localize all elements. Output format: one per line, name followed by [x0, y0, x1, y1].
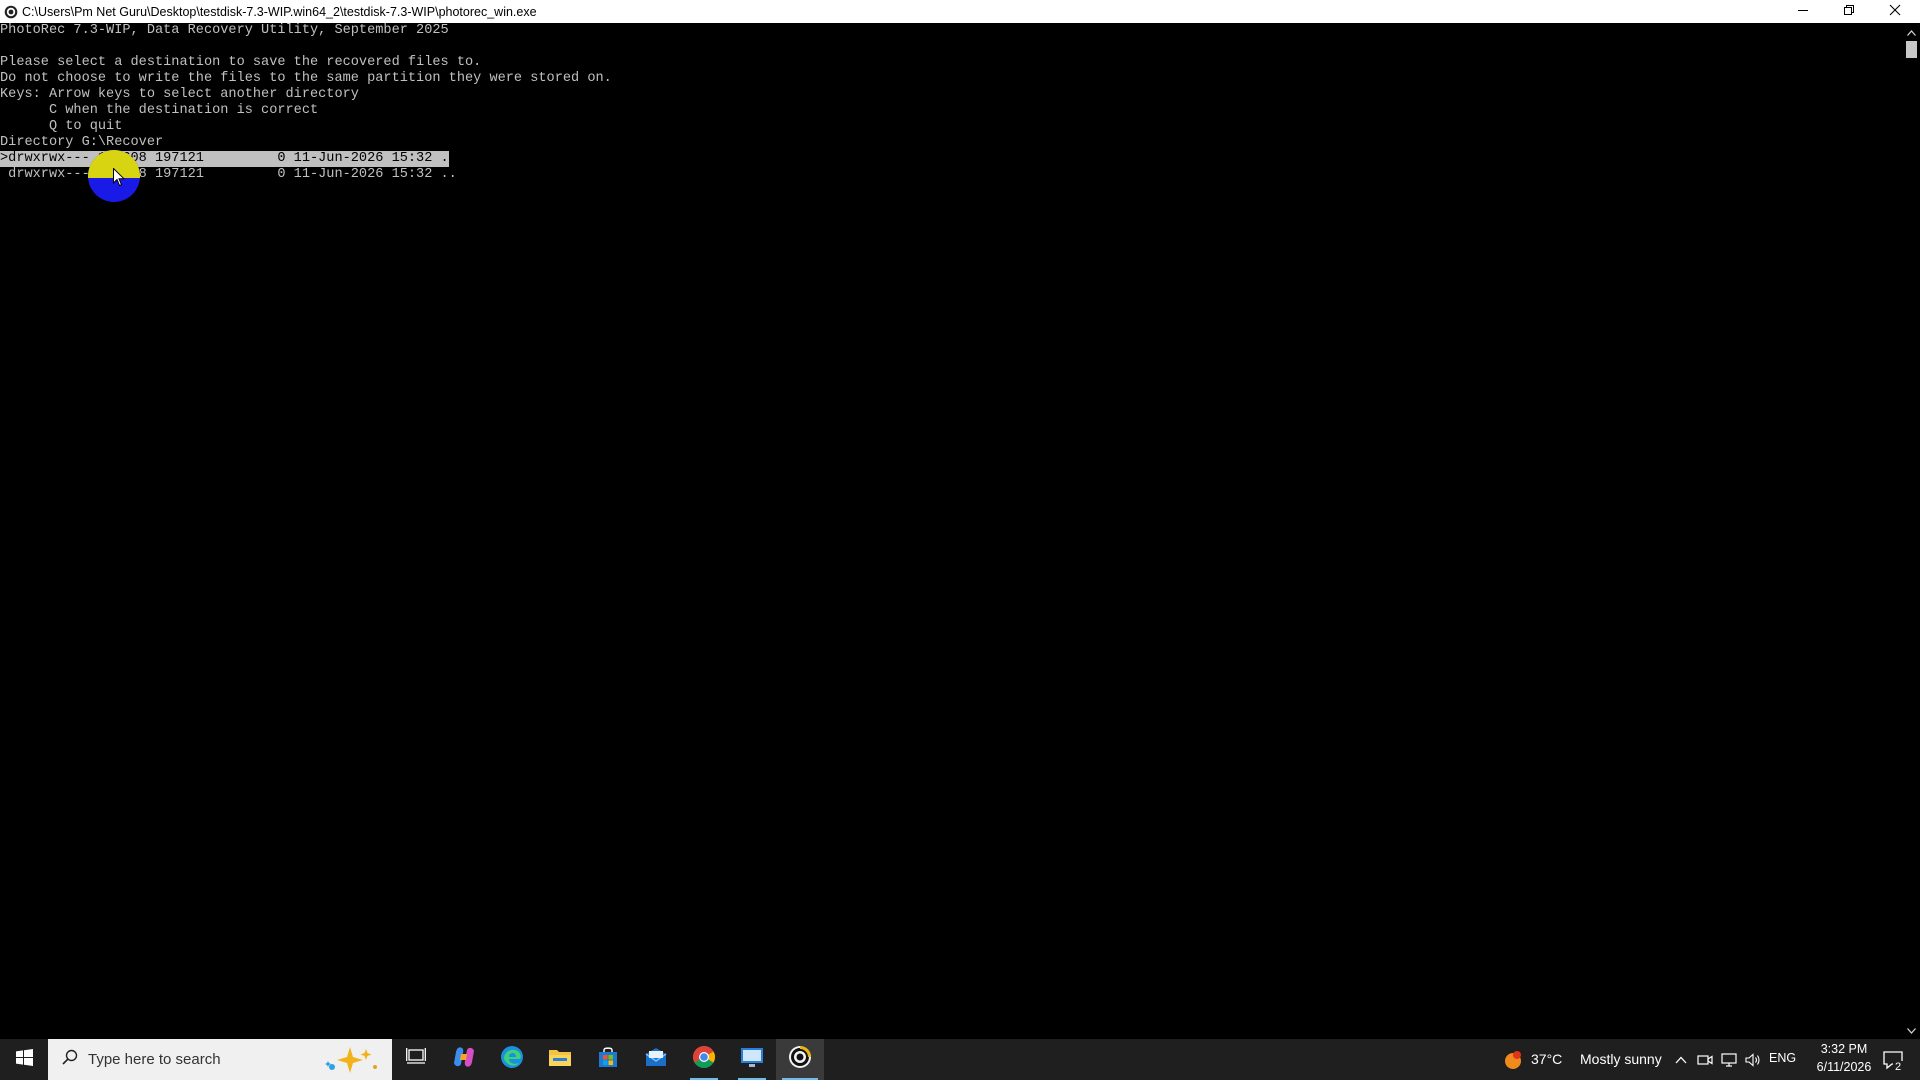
file-explorer-button[interactable]: [536, 1039, 584, 1080]
chevron-down-icon: [1906, 1021, 1916, 1039]
remote-desktop-icon: [740, 1046, 764, 1073]
chevron-up-icon: [1906, 23, 1916, 41]
photorec-taskbar-button[interactable]: [776, 1039, 824, 1080]
console-current-directory: Directory G:\Recover: [0, 135, 164, 150]
scrollbar-thumb[interactable]: [1906, 41, 1917, 58]
console-header: PhotoRec 7.3-WIP, Data Recovery Utility,…: [0, 23, 449, 38]
search-placeholder: Type here to search: [88, 1051, 221, 1068]
console-area[interactable]: PhotoRec 7.3-WIP, Data Recovery Utility,…: [0, 23, 1902, 1039]
directory-entry-current[interactable]: >drwxrwx--- 197608 197121 0 11-Jun-2026 …: [0, 151, 449, 167]
mouse-pointer-icon: [113, 167, 126, 192]
edge-button[interactable]: [488, 1039, 536, 1080]
folder-icon: [548, 1047, 572, 1072]
directory-entry-parent[interactable]: drwxrwx--- 197608 197121 0 11-Jun-2026 1…: [0, 167, 457, 183]
copilot-button[interactable]: [440, 1039, 488, 1080]
network-icon[interactable]: [1720, 1051, 1738, 1069]
weather-description[interactable]: Mostly sunny: [1580, 1051, 1662, 1067]
photorec-icon: [3, 4, 18, 19]
minimize-icon: [1797, 3, 1809, 21]
meet-now-icon[interactable]: [1696, 1051, 1714, 1069]
console-instruction: Please select a destination to save the …: [0, 55, 482, 70]
task-view-icon: [406, 1048, 426, 1071]
console-keys-help: Keys: Arrow keys to select another direc…: [0, 87, 359, 102]
search-icon: [62, 1049, 78, 1070]
clock-date[interactable]: 6/11/2026: [1806, 1060, 1882, 1074]
scroll-up-button[interactable]: [1902, 23, 1920, 41]
scroll-down-button[interactable]: [1902, 1021, 1920, 1039]
weather-temperature[interactable]: 37°C: [1531, 1051, 1562, 1067]
remote-desktop-button[interactable]: [728, 1039, 776, 1080]
console-keys-quit: Q to quit: [0, 119, 123, 134]
photorec-app-icon: [788, 1045, 812, 1074]
microsoft-store-button[interactable]: [584, 1039, 632, 1080]
console-scrollbar[interactable]: [1902, 23, 1920, 1039]
volume-icon[interactable]: [1744, 1051, 1762, 1069]
taskbar: Type here to search 37°C Mostly sunny EN…: [0, 1039, 1920, 1080]
mail-icon: [644, 1046, 668, 1073]
taskbar-search-box[interactable]: Type here to search: [48, 1039, 392, 1080]
input-language[interactable]: ENG: [1769, 1051, 1796, 1065]
notification-badge: 2: [1893, 1061, 1904, 1073]
close-icon: [1889, 3, 1901, 21]
restore-button[interactable]: [1826, 0, 1872, 23]
start-button[interactable]: [0, 1039, 48, 1080]
clock-time[interactable]: 3:32 PM: [1812, 1042, 1876, 1056]
store-bag-icon: [597, 1046, 619, 1073]
chrome-browser-icon: [692, 1045, 716, 1074]
console-warning: Do not choose to write the files to the …: [0, 71, 612, 86]
weather-sun-icon[interactable]: [1502, 1049, 1524, 1071]
close-button[interactable]: [1872, 0, 1918, 23]
search-highlight-sparkle-icon: [320, 1045, 380, 1080]
restore-icon: [1843, 3, 1855, 21]
windows-logo-icon: [15, 1048, 33, 1071]
chevron-up-icon[interactable]: [1672, 1051, 1690, 1069]
task-view-button[interactable]: [392, 1039, 440, 1080]
copilot-icon: [452, 1046, 476, 1073]
window-title: C:\Users\Pm Net Guru\Desktop\testdisk-7.…: [22, 4, 537, 19]
console-keys-confirm: C when the destination is correct: [0, 103, 319, 118]
edge-browser-icon: [500, 1045, 524, 1074]
mail-button[interactable]: [632, 1039, 680, 1080]
window-title-bar[interactable]: C:\Users\Pm Net Guru\Desktop\testdisk-7.…: [0, 0, 1920, 23]
chrome-button[interactable]: [680, 1039, 728, 1080]
minimize-button[interactable]: [1780, 0, 1826, 23]
